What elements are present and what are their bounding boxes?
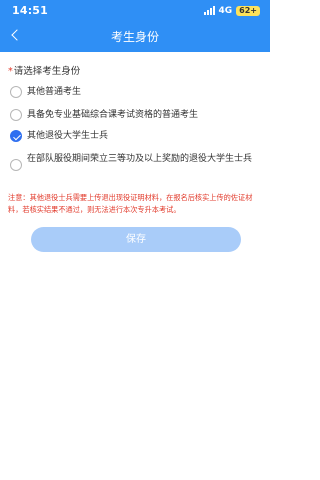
notice-text: 注意：其他退役士兵需要上传退出现役证明材料，在报名后核实上传的佐证材料，若核实结… [8,193,253,214]
status-indicators: 4G 62+ [203,5,260,16]
option-label: 在部队服役期间荣立三等功及以上奖励的退役大学生士兵 [27,154,253,164]
radio-checked-icon[interactable] [10,130,22,142]
required-mark: * [8,66,13,77]
save-button[interactable]: 保存 [31,227,241,252]
question-label: *请选择考生身份 [8,63,80,77]
radio-unchecked-icon[interactable] [10,159,22,171]
status-bar: 14:51 4G 62+ [0,0,270,20]
status-time: 14:51 [12,4,49,17]
battery-icon: 62+ [236,5,260,16]
app-header: 14:51 4G 62+ 考生身份 [0,0,270,52]
radio-unchecked-icon[interactable] [10,86,22,98]
page-title: 考生身份 [110,30,159,44]
network-type: 4G [218,5,233,16]
question-text: 请选择考生身份 [13,66,81,77]
option-label: 具备免专业基础综合课考试资格的普通考生 [27,110,199,120]
option-label: 其他普通考生 [27,87,82,97]
option-label: 其他退役大学生士兵 [27,131,109,141]
signal-icon [203,6,215,15]
radio-unchecked-icon[interactable] [10,109,22,121]
nav-bar: 考生身份 [0,24,270,48]
